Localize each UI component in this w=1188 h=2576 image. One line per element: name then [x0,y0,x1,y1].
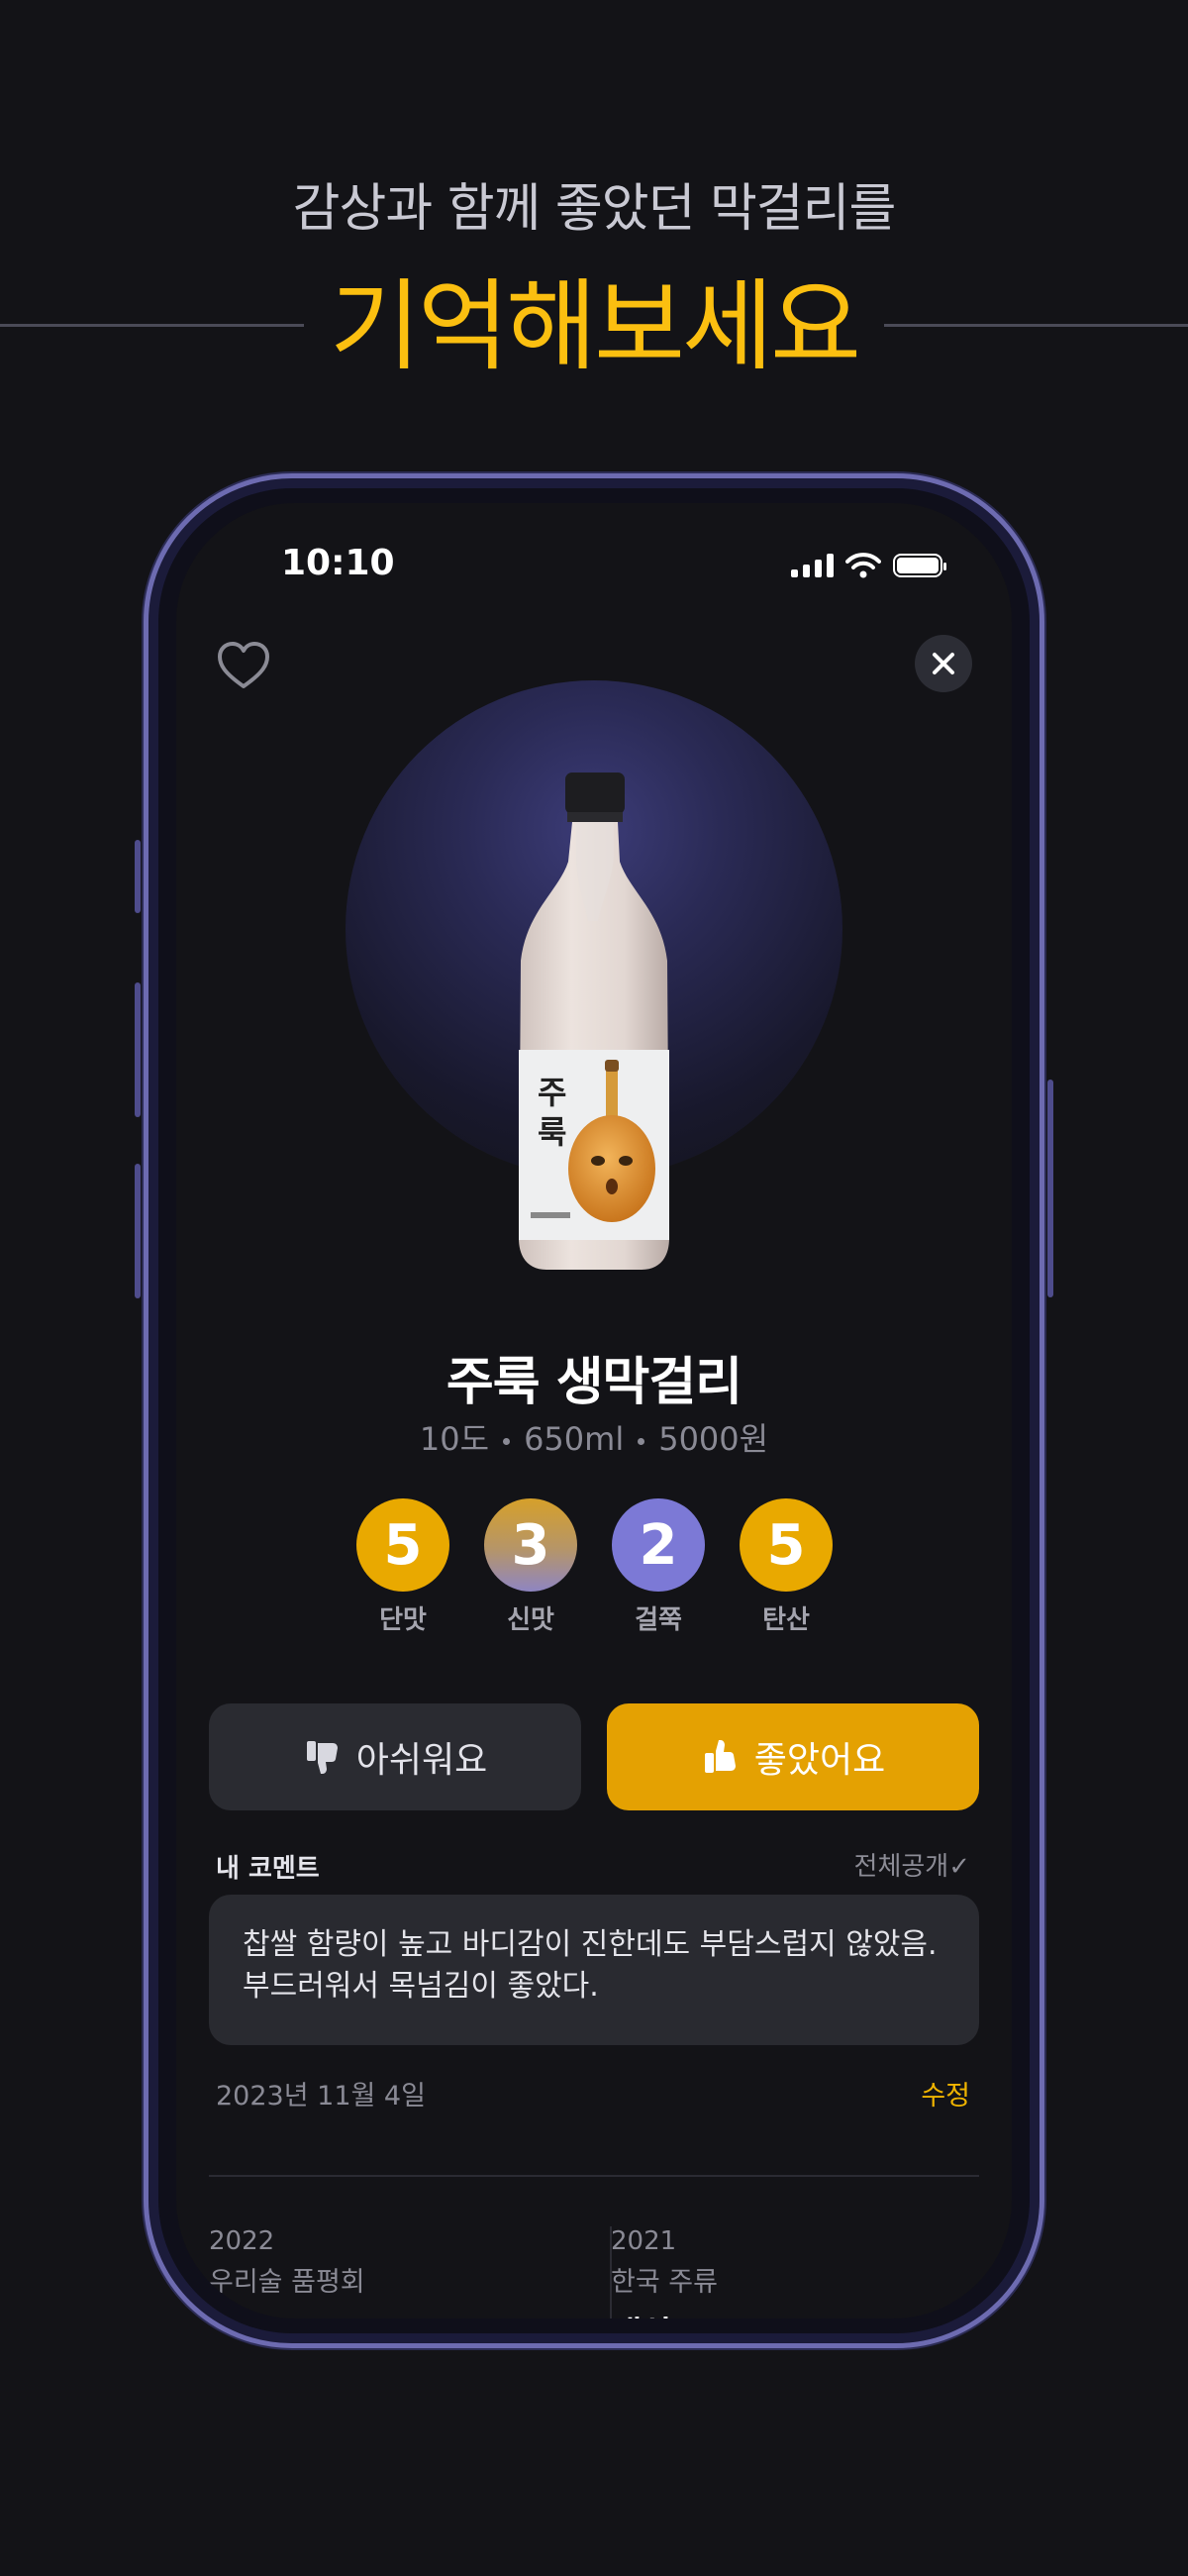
comment-text-line-1: 찹쌀 함량이 높고 바디감이 진한데도 부담스럽지 않았음. [243,1927,938,1962]
headline-row: 기억해보세요 [0,267,1188,386]
award-prize: 대상 [209,2307,565,2318]
phone-volume-down [135,1164,141,1298]
comment-date: 2023년 11월 4일 [216,2081,426,2112]
close-icon [933,653,954,674]
drink-name: 주룩 생막걸리 [446,1353,742,1412]
meta-separator [638,1437,645,1445]
award-prize: 대상 [611,2307,967,2318]
bottle-label-text: 주 [538,1074,566,1111]
like-button[interactable]: 좋았어요 [607,1703,979,1810]
like-button-label: 좋았어요 [753,1740,886,1781]
comment-text-line-2: 부드러워서 목넘김이 좋았다. [243,1969,599,2004]
drink-meta: 10도 650ml 5000원 [176,1414,1012,1460]
dislike-button-label: 아쉬워요 [355,1740,488,1781]
signal-icon [791,554,834,577]
rating-circle: 5 [356,1498,449,1592]
comment-visibility-toggle[interactable]: 전체공개✓ [854,1846,970,1883]
comment-edit-link[interactable]: 수정 [921,2074,970,2112]
rating-circle: 3 [484,1498,577,1592]
rating-sourness: 3 신맛 [484,1498,577,1636]
favorite-button[interactable] [214,637,273,696]
bottle-label-text-2: 룩 [538,1113,566,1151]
comment-box: 찹쌀 함량이 높고 바디감이 진한데도 부담스럽지 않았음. 부드러워서 목넘김… [209,1895,979,2045]
award-item: 2021 한국 주류 대상 [611,2226,967,2318]
rating-carbonation: 5 탄산 [740,1498,833,1636]
heart-icon [218,642,269,688]
award-org: 한국 주류 [611,2267,718,2298]
dislike-button[interactable]: 아쉬워요 [209,1703,581,1810]
headline-subtitle: 감상과 함께 좋았던 막걸리를 [292,179,897,239]
bottle-image: 주 룩 [519,773,669,1270]
thumbs-up-icon [704,1740,736,1773]
taste-ratings: 5 단맛 3 신맛 2 걸쭉 5 탄산 [356,1498,833,1636]
rating-label: 탄산 [762,1605,810,1635]
phone-mute-switch [135,840,141,913]
meta-separator [503,1437,511,1445]
phone-screen: 10:10 주 룩 주룩 생막걸리 10도 650ml 5000원 5 단맛 3… [176,503,1012,2318]
rating-label: 신맛 [507,1605,554,1635]
award-year: 2021 [611,2226,677,2256]
close-button[interactable] [915,635,972,692]
rating-circle: 2 [612,1498,705,1592]
comment-title: 내 코멘트 [216,1854,320,1884]
headline-right-line [884,324,1188,327]
status-time: 10:10 [281,543,395,583]
wifi-icon [845,553,881,578]
drink-abv: 10도 [419,1420,490,1458]
battery-icon [893,554,946,577]
thumbs-down-icon [306,1741,338,1774]
section-divider [209,2175,979,2177]
award-year: 2022 [209,2226,275,2256]
rating-label: 걸쭉 [635,1605,682,1635]
status-icons [791,553,946,578]
rating-circle: 5 [740,1498,833,1592]
rating-sweetness: 5 단맛 [356,1498,449,1636]
phone-power-button [1047,1080,1053,1297]
award-item: 2022 우리술 품평회 대상 [209,2226,565,2318]
award-org: 우리술 품평회 [209,2267,365,2298]
phone-volume-up [135,982,141,1117]
drink-price: 5000원 [658,1420,769,1458]
rating-label: 단맛 [379,1605,427,1635]
drink-volume: 650ml [524,1420,625,1458]
headline-title: 기억해보세요 [330,268,861,384]
rating-thickness: 2 걸쭉 [612,1498,705,1636]
